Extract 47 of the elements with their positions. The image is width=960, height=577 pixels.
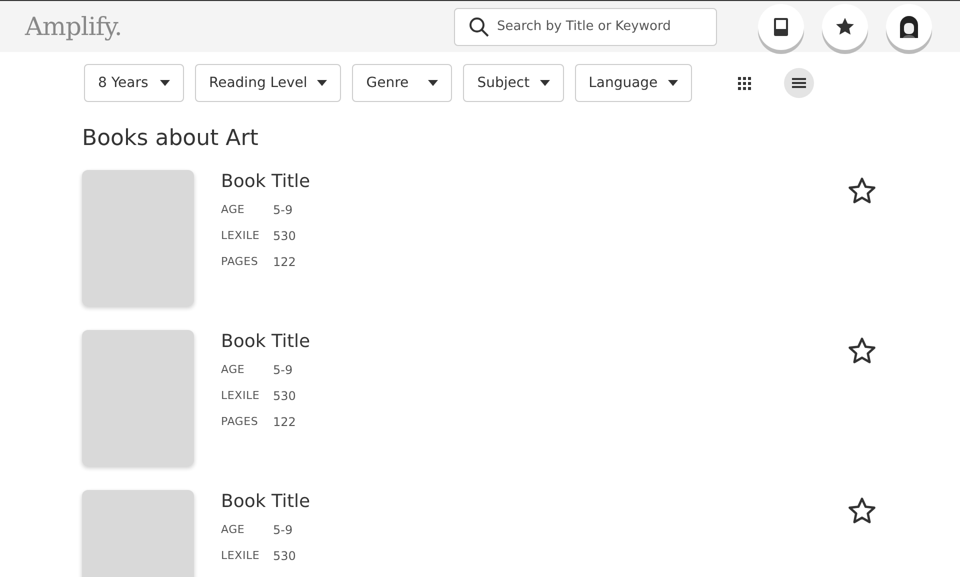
detail-value: 5-9 — [273, 362, 293, 379]
filter-dropdown[interactable]: 8 Years — [84, 64, 184, 102]
avatar-icon — [898, 16, 920, 38]
caret-icon — [540, 80, 550, 86]
caret-icon — [668, 80, 678, 86]
book-title[interactable]: Book Title — [221, 330, 847, 354]
caret-icon — [160, 80, 170, 86]
view-toggle[interactable] — [784, 68, 814, 98]
books-button[interactable] — [758, 4, 804, 50]
star-icon — [848, 176, 876, 204]
book-icon — [774, 18, 788, 36]
filter-dropdown[interactable]: Reading Level — [195, 64, 342, 102]
caret-icon — [317, 80, 328, 86]
grid-view-icon — [738, 76, 752, 90]
section-title: Books about Art — [82, 125, 260, 153]
detail-value: 530 — [273, 388, 296, 405]
detail-value: 5-9 — [273, 202, 293, 219]
list-view-icon — [792, 78, 806, 88]
detail-value: 122 — [273, 414, 296, 431]
search-field[interactable]: Search by Title or Keyword — [454, 8, 717, 46]
detail-label: PAGES — [221, 414, 260, 430]
book-title[interactable]: Book Title — [221, 170, 847, 194]
detail-value: 530 — [273, 228, 296, 245]
detail-value: 530 — [273, 548, 296, 565]
detail-value: 5-9 — [273, 522, 293, 539]
detail-label: AGE — [221, 362, 246, 378]
favorite-button[interactable] — [847, 495, 877, 525]
detail-label: LEXILE — [221, 388, 261, 404]
filter-dropdown[interactable]: Genre — [352, 64, 452, 102]
detail-label: LEXILE — [221, 228, 261, 244]
search-icon — [469, 16, 489, 36]
book-title[interactable]: Book Title — [221, 490, 847, 514]
detail-label: AGE — [221, 202, 246, 218]
detail-label: LEXILE — [221, 548, 261, 564]
detail-label: AGE — [221, 522, 246, 538]
star-icon — [848, 336, 876, 364]
caret-icon — [428, 80, 438, 86]
filter-dropdown[interactable]: Language — [574, 64, 692, 102]
profile-button[interactable] — [886, 4, 932, 50]
star-icon — [835, 17, 855, 36]
star-icon — [848, 496, 876, 524]
detail-label: PAGES — [221, 254, 260, 270]
filter-dropdown[interactable]: Subject — [463, 64, 564, 102]
detail-value: 122 — [273, 254, 296, 271]
favorites-button[interactable] — [822, 4, 868, 50]
favorite-button[interactable] — [847, 175, 877, 205]
favorite-button[interactable] — [847, 335, 877, 365]
